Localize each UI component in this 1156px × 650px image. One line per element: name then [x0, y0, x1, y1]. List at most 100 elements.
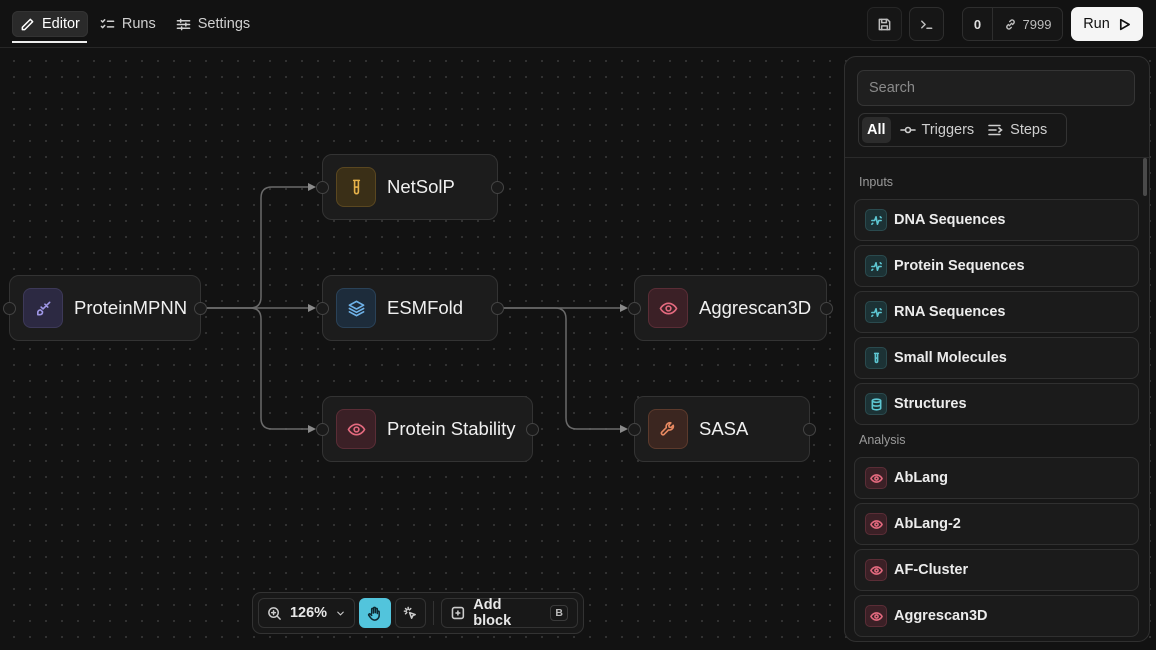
filter-triggers-label: Triggers	[921, 122, 975, 138]
search-input[interactable]	[857, 70, 1135, 106]
test-tube-icon	[865, 347, 887, 369]
hand-icon	[368, 606, 381, 621]
input-handle[interactable]	[3, 302, 16, 315]
node-netsolp[interactable]: NetSolP	[316, 154, 504, 220]
node-label: NetSolP	[387, 176, 455, 197]
test-tube-icon	[336, 167, 376, 207]
input-handle[interactable]	[316, 181, 329, 194]
zoom-in-icon	[268, 606, 281, 620]
item-label: DNA Sequences	[894, 212, 1006, 228]
wrench-icon	[648, 409, 688, 449]
item-label: RNA Sequences	[894, 304, 1006, 320]
sequence-icon	[865, 209, 887, 231]
brush-icon	[23, 288, 63, 328]
zoom-dropdown[interactable]: 126%	[258, 598, 356, 628]
chevron-down-icon	[337, 611, 344, 616]
item-label: Small Molecules	[894, 350, 1007, 366]
eye-icon	[648, 288, 688, 328]
list-item-ablang-2[interactable]: AbLang-2	[854, 503, 1139, 545]
list-item-small-molecules[interactable]: Small Molecules	[854, 337, 1139, 379]
save-button[interactable]	[867, 7, 902, 41]
node-aggrescan3d[interactable]: Aggrescan3D	[628, 275, 833, 341]
sequence-icon	[865, 255, 887, 277]
input-handle[interactable]	[628, 423, 641, 436]
node-label: Aggrescan3D	[699, 297, 812, 318]
item-label: Protein Sequences	[894, 258, 1025, 274]
terminal-icon	[921, 19, 933, 29]
output-handle[interactable]	[820, 302, 833, 315]
list-arrow-icon	[988, 124, 1003, 136]
port-number: 7999	[1022, 16, 1052, 32]
terminal-button[interactable]	[909, 7, 944, 41]
tab-settings-label: Settings	[197, 16, 251, 32]
input-handle[interactable]	[316, 302, 329, 315]
canvas-toolbar: 126% Add block B	[252, 592, 584, 634]
link-icon	[1005, 18, 1015, 30]
node-sasa[interactable]: SASA	[628, 396, 816, 462]
output-handle[interactable]	[526, 423, 539, 436]
sliders-icon	[176, 18, 191, 30]
item-label: AbLang	[894, 470, 948, 486]
item-label: Aggrescan3D	[894, 608, 988, 624]
status-group: 0 7999	[962, 7, 1063, 41]
output-handle[interactable]	[194, 302, 207, 315]
filter-triggers[interactable]: Triggers	[895, 117, 980, 143]
panel-divider	[845, 157, 1149, 158]
tab-editor[interactable]: Editor	[12, 11, 88, 37]
filter-steps[interactable]: Steps	[983, 117, 1052, 143]
view-tabs: Editor Runs Settings	[12, 11, 258, 37]
list-item-protein-sequences[interactable]: Protein Sequences	[854, 245, 1139, 287]
checklist-icon	[100, 18, 115, 28]
list-item-rna-sequences[interactable]: RNA Sequences	[854, 291, 1139, 333]
output-handle[interactable]	[491, 302, 504, 315]
port-indicator[interactable]: 7999	[993, 8, 1062, 40]
run-label: Run	[1083, 16, 1110, 32]
tab-editor-label: Editor	[42, 16, 80, 32]
toolbar-divider	[433, 601, 435, 625]
panel-scrollbar[interactable]	[1143, 158, 1147, 196]
list-item-af-cluster[interactable]: AF-Cluster	[854, 549, 1139, 591]
node-protein-stability[interactable]: Protein Stability	[316, 396, 539, 462]
filter-steps-label: Steps	[1010, 122, 1048, 138]
zoom-level: 126%	[289, 605, 328, 621]
output-handle[interactable]	[803, 423, 816, 436]
input-handle[interactable]	[628, 302, 641, 315]
node-label: Protein Stability	[387, 418, 516, 439]
node-label: SASA	[699, 418, 749, 439]
eye-icon	[865, 467, 887, 489]
list-item-aggrescan3d[interactable]: Aggrescan3D	[854, 595, 1139, 637]
plus-square-icon	[452, 606, 465, 620]
tab-settings[interactable]: Settings	[168, 11, 258, 37]
node-label: ESMFold	[387, 297, 464, 318]
item-label: AF-Cluster	[894, 562, 969, 578]
play-icon	[1119, 18, 1130, 30]
top-bar: Editor Runs Settings 0 7999 Run	[0, 0, 1156, 48]
select-tool-button[interactable]	[394, 598, 427, 628]
eye-icon	[865, 605, 887, 627]
pan-tool-button[interactable]	[359, 598, 391, 628]
pencil-icon	[21, 18, 34, 30]
filter-all-label: All	[867, 122, 886, 138]
output-handle[interactable]	[491, 181, 504, 194]
pointer-click-icon	[403, 606, 417, 619]
section-analysis: Analysis	[859, 433, 906, 447]
filter-tabs: All Triggers Steps	[858, 113, 1067, 147]
eye-icon	[336, 409, 376, 449]
commit-icon	[899, 126, 916, 134]
run-button[interactable]: Run	[1071, 7, 1143, 41]
add-block-button[interactable]: Add block B	[441, 597, 578, 629]
layers-icon	[336, 288, 376, 328]
run-count: 0	[963, 8, 993, 40]
node-label: ProteinMPNN	[74, 297, 188, 318]
save-icon	[878, 18, 891, 30]
sequence-icon	[865, 301, 887, 323]
input-handle[interactable]	[316, 423, 329, 436]
node-proteinmpnn[interactable]: ProteinMPNN	[3, 275, 207, 341]
list-item-ablang[interactable]: AbLang	[854, 457, 1139, 499]
tab-runs[interactable]: Runs	[92, 11, 164, 37]
item-label: AbLang-2	[894, 516, 961, 532]
list-item-dna-sequences[interactable]: DNA Sequences	[854, 199, 1139, 241]
filter-all[interactable]: All	[862, 117, 891, 143]
list-item-structures[interactable]: Structures	[854, 383, 1139, 425]
node-esmfold[interactable]: ESMFold	[316, 275, 504, 341]
